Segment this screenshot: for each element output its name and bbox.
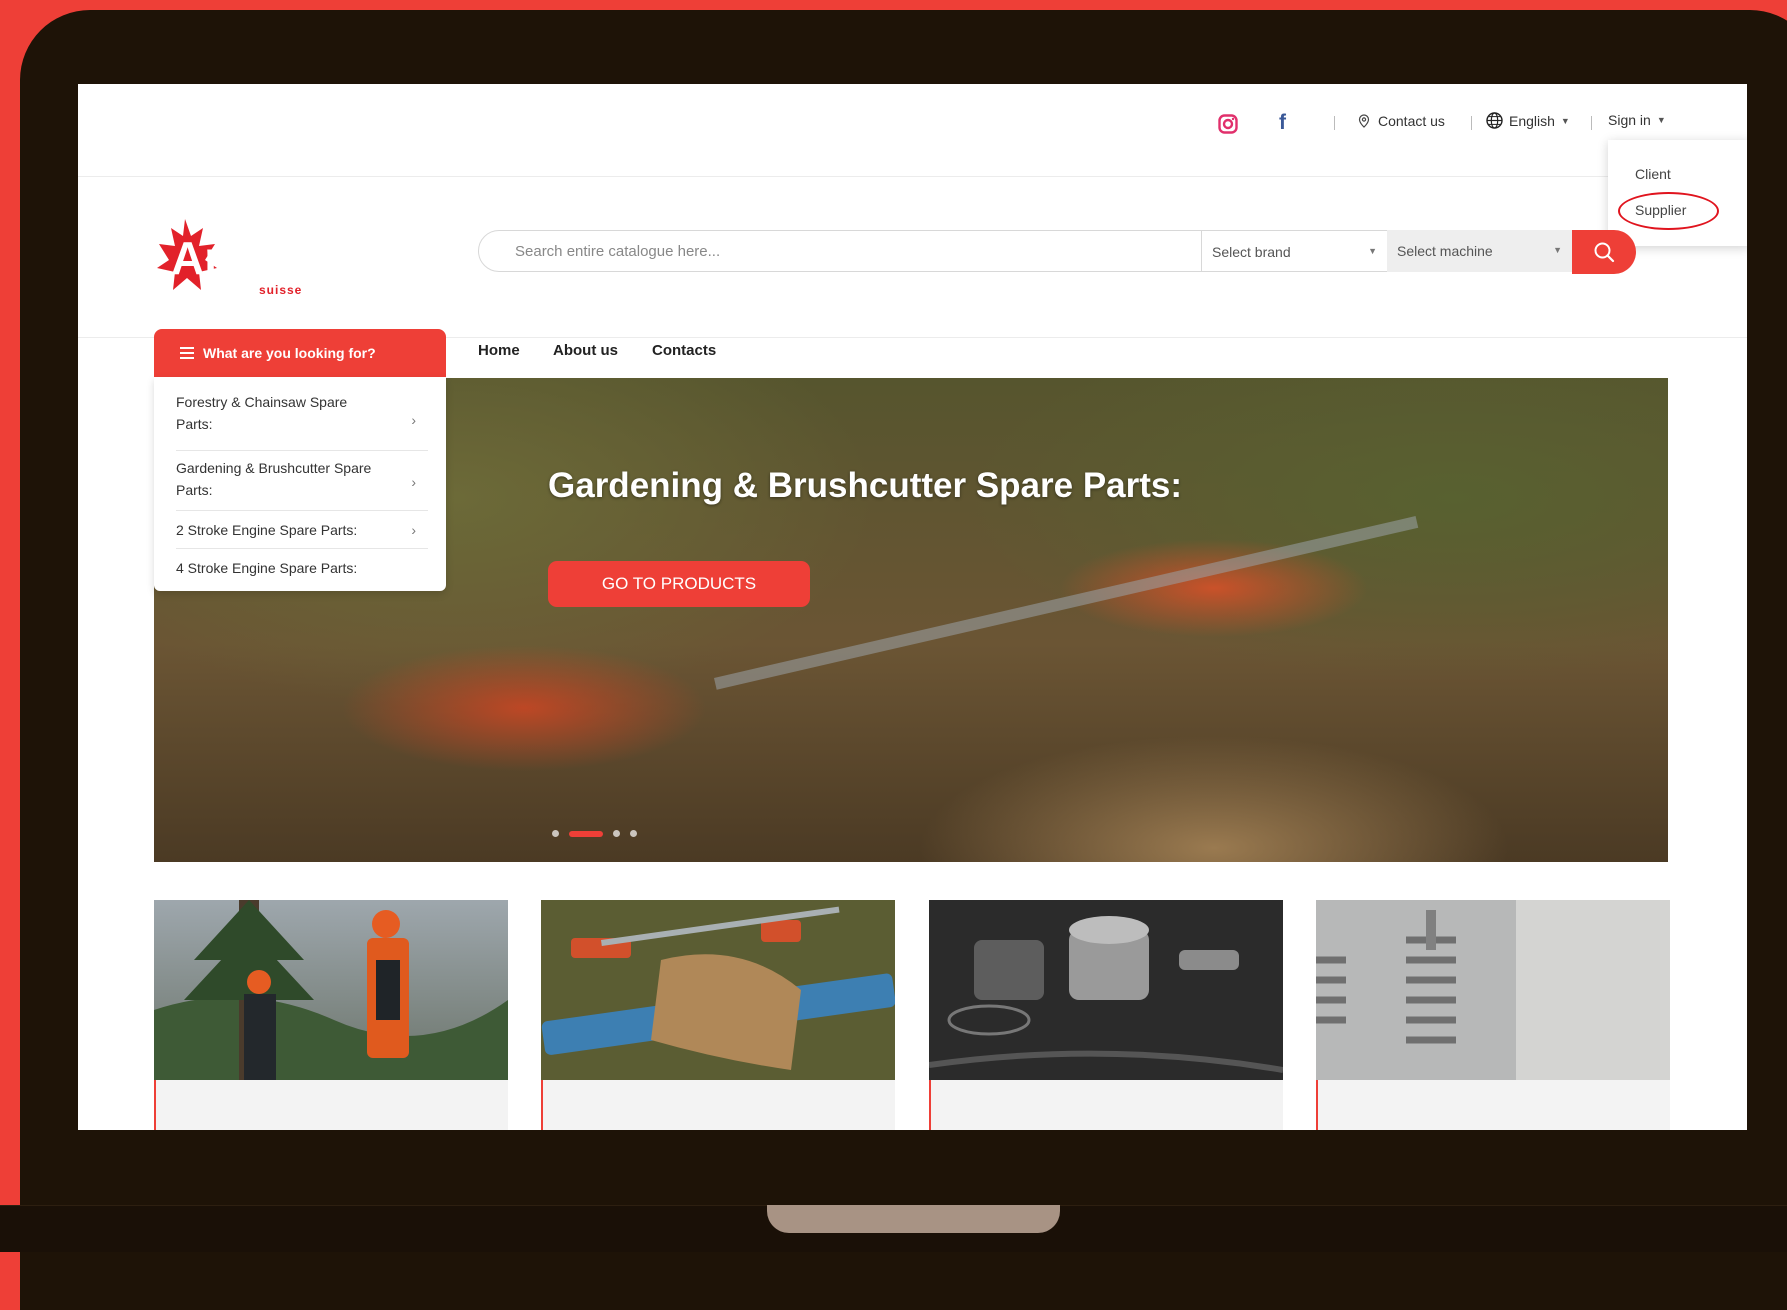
- caret-down-icon: ▼: [1368, 246, 1377, 256]
- divider: [1334, 116, 1335, 130]
- categories-menu-label: What are you looking for?: [203, 345, 376, 361]
- category-label: Parts:: [176, 482, 213, 498]
- chevron-right-icon: ›: [411, 412, 416, 428]
- carousel-dot[interactable]: [552, 830, 559, 837]
- contact-us-label: Contact us: [1378, 113, 1445, 129]
- hero-brushcutter-shaft: [714, 516, 1419, 690]
- globe-icon: [1486, 112, 1503, 129]
- search-input[interactable]: Search entire catalogue here...: [478, 230, 1202, 272]
- card-image-gardening: [541, 900, 895, 1080]
- category-forestry[interactable]: Forestry & Chainsaw Spare Parts: ›: [176, 391, 428, 451]
- caret-down-icon: ▼: [1553, 245, 1562, 255]
- divider: [1591, 116, 1592, 130]
- machine-select[interactable]: Select machine ▼: [1387, 230, 1572, 272]
- language-label: English: [1509, 112, 1555, 129]
- laptop-hinge: [767, 1205, 1060, 1233]
- category-card[interactable]: [154, 900, 508, 1130]
- card-accent: [541, 1080, 543, 1130]
- list-icon: [180, 347, 194, 359]
- category-2-stroke[interactable]: 2 Stroke Engine Spare Parts: ›: [176, 511, 428, 549]
- card-accent: [154, 1080, 156, 1130]
- logo-subtitle: suisse: [259, 283, 302, 297]
- category-gardening[interactable]: Gardening & Brushcutter Spare Parts: ›: [176, 451, 428, 511]
- machine-select-label: Select machine: [1397, 243, 1493, 259]
- logo-wordmark: Argon: [171, 232, 306, 284]
- carousel-dot[interactable]: [613, 830, 620, 837]
- category-label: 2 Stroke Engine Spare Parts:: [176, 522, 358, 538]
- sign-in-link[interactable]: Sign in ▼: [1608, 112, 1666, 128]
- nav-about-us[interactable]: About us: [553, 342, 618, 359]
- card-image-forestry: [154, 900, 508, 1080]
- chevron-down-icon: ▼: [1656, 115, 1666, 125]
- argon-logo[interactable]: Argon suisse: [155, 214, 325, 304]
- hero-title: Gardening & Brushcutter Spare Parts:: [548, 466, 1183, 505]
- brand-select-label: Select brand: [1212, 244, 1291, 260]
- go-to-products-button[interactable]: GO TO PRODUCTS: [548, 561, 810, 607]
- client-option[interactable]: Client: [1635, 166, 1671, 182]
- instagram-icon[interactable]: [1218, 114, 1238, 134]
- brand-select[interactable]: Select brand ▼: [1202, 230, 1387, 272]
- search-icon: [1594, 242, 1615, 263]
- category-card[interactable]: [541, 900, 895, 1130]
- search-button[interactable]: [1572, 230, 1636, 274]
- sign-in-dropdown: Client Supplier: [1608, 140, 1747, 246]
- chevron-down-icon: ▼: [1560, 115, 1570, 126]
- categories-menu-button[interactable]: What are you looking for?: [154, 329, 446, 377]
- chevron-right-icon: ›: [411, 474, 416, 490]
- card-accent: [929, 1080, 931, 1130]
- carousel-dots: [552, 830, 637, 837]
- category-label: 4 Stroke Engine Spare Parts:: [176, 560, 358, 576]
- top-bar: f Contact us English ▼ Sign in ▼: [78, 84, 1747, 177]
- category-4-stroke[interactable]: 4 Stroke Engine Spare Parts:: [176, 549, 428, 587]
- carousel-dot[interactable]: [630, 830, 637, 837]
- divider: [1471, 116, 1472, 130]
- category-label: Gardening & Brushcutter Spare: [176, 460, 372, 476]
- category-card[interactable]: [929, 900, 1283, 1130]
- sign-in-label: Sign in: [1608, 112, 1651, 128]
- browser-screen: f Contact us English ▼ Sign in ▼ Client …: [78, 84, 1747, 1130]
- facebook-icon[interactable]: f: [1279, 111, 1286, 135]
- language-selector[interactable]: English ▼: [1486, 112, 1570, 129]
- card-image-engine-parts: [929, 900, 1283, 1080]
- categories-panel: Forestry & Chainsaw Spare Parts: › Garde…: [154, 377, 446, 591]
- contact-us-link[interactable]: Contact us: [1358, 113, 1445, 129]
- nav-home[interactable]: Home: [478, 342, 520, 359]
- nav-contacts[interactable]: Contacts: [652, 342, 716, 359]
- search-placeholder: Search entire catalogue here...: [515, 243, 721, 260]
- card-image-valve-springs: [1316, 900, 1670, 1080]
- chevron-right-icon: ›: [411, 522, 416, 538]
- carousel-dot-active[interactable]: [569, 830, 603, 837]
- category-label: Forestry & Chainsaw Spare: [176, 394, 348, 410]
- location-pin-icon: [1358, 114, 1370, 128]
- category-label: Parts:: [176, 416, 213, 432]
- card-accent: [1316, 1080, 1318, 1130]
- supplier-highlight-circle: [1618, 192, 1719, 230]
- category-card[interactable]: [1316, 900, 1670, 1130]
